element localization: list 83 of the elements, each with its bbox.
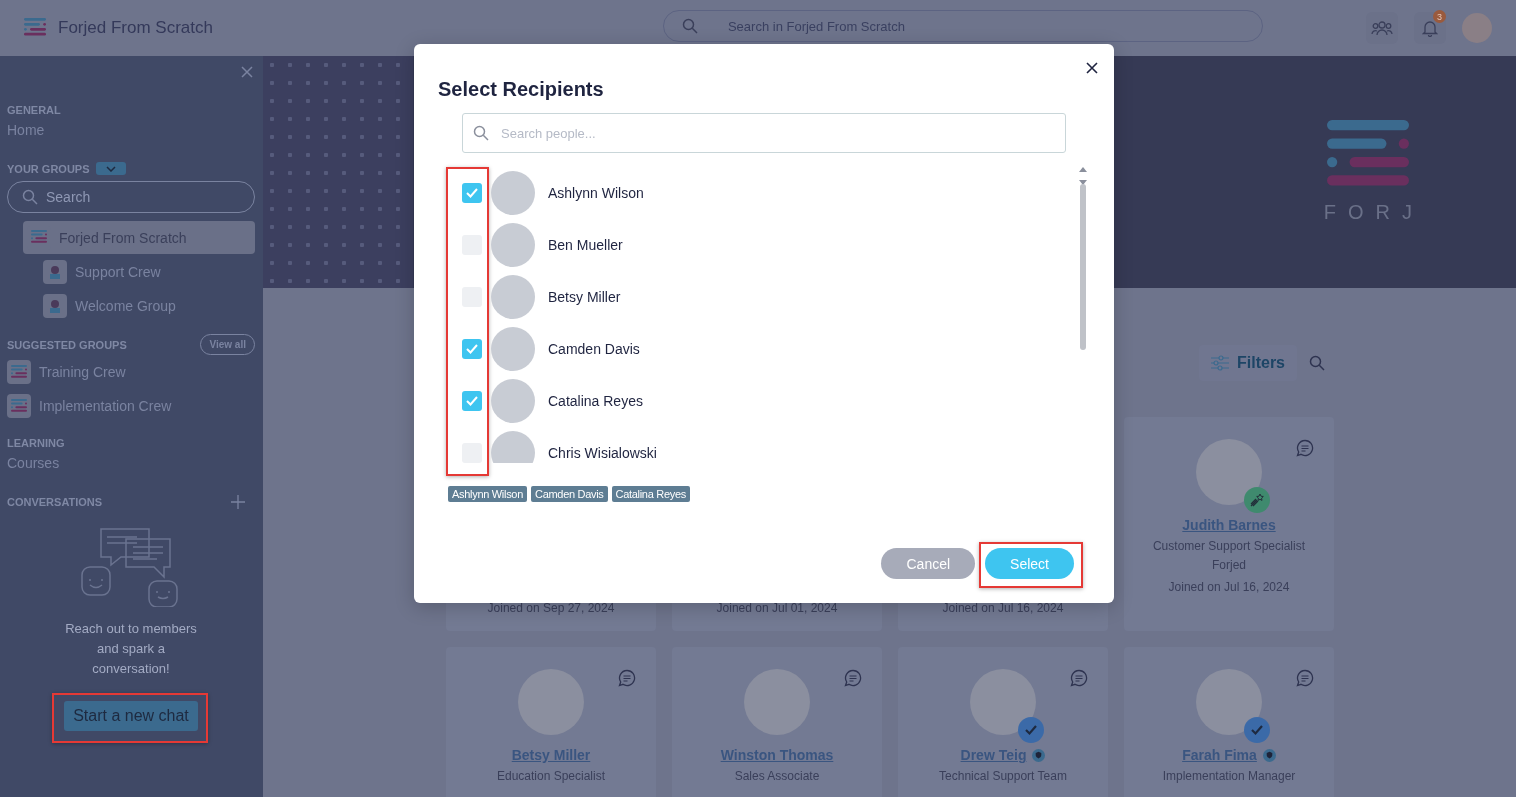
group-icon [43,259,67,284]
caret-icon[interactable] [95,162,126,175]
section-label: GENERAL [7,104,62,116]
checkmark-icon [466,344,478,354]
checkmark-icon [466,396,478,406]
recipient-tag: Camden Davis [531,486,608,502]
logo-icon [24,18,46,38]
section-label: CONVERSATIONS [7,496,103,508]
dialog-title: Select Recipients [438,78,605,101]
group-icon [43,293,67,318]
scrollbar-thumb[interactable] [1080,184,1086,350]
member-title: Sales Associate [734,769,820,783]
scroll-down-icon[interactable] [1079,180,1087,185]
empty-state-text: Reach out to members and spark a conversation! [64,620,198,678]
courses-link[interactable]: Courses [7,455,255,471]
cancel-button[interactable]: Cancel [881,548,976,579]
recipient-row[interactable]: Ashlynn Wilson [489,167,1078,219]
recipient-name: Ashlynn Wilson [548,185,644,201]
search-icon [1309,355,1325,371]
recipient-row[interactable]: Ben Mueller [489,219,1078,271]
member-name-link[interactable]: Betsy Miller [511,747,591,763]
suggested-group-item[interactable]: Training Crew [7,355,255,389]
chat-bubble-icon[interactable] [844,669,862,687]
recipient-name: Catalina Reyes [548,393,643,409]
member-title: Education Specialist [496,769,606,783]
member-name-link[interactable]: Farah Fima [1182,747,1257,763]
recipient-row[interactable]: Chris Wisialowski [489,427,1078,463]
checkbox[interactable] [462,183,482,203]
member-name-link[interactable]: Winston Thomas [720,747,834,763]
avatar [491,223,535,267]
bell-icon [1422,19,1438,37]
member-name-link[interactable]: Drew Teig [960,747,1027,763]
chat-bubble-icon[interactable] [618,669,636,687]
checkbox[interactable] [462,391,482,411]
avatar [491,275,535,319]
notifications-button[interactable]: 3 [1414,12,1446,44]
section-label: YOUR GROUPS [7,162,90,175]
recipient-tag: Catalina Reyes [611,486,690,502]
member-name-link[interactable]: Judith Barnes [1182,517,1276,533]
avatar [491,431,535,463]
joined-date: Joined on Jul 16, 2024 [1168,580,1290,594]
recipient-tag: Ashlynn Wilson [448,486,527,502]
group-item[interactable]: Support Crew [23,255,255,288]
user-avatar[interactable] [1462,13,1492,43]
chat-bubble-icon[interactable] [1296,669,1314,687]
recipient-row[interactable]: Betsy Miller [489,271,1078,323]
chat-bubble-icon[interactable] [1070,669,1088,687]
recipient-name: Ben Mueller [548,237,623,253]
scroll-up-icon[interactable] [1079,167,1087,172]
recipient-row[interactable]: Camden Davis [489,323,1078,375]
select-button[interactable]: Select [985,548,1074,579]
people-icon [1371,20,1393,36]
recipient-row[interactable]: Catalina Reyes [489,375,1078,427]
search-icon [681,18,698,34]
recipient-name: Chris Wisialowski [548,445,657,461]
section-label: SUGGESTED GROUPS [7,338,127,351]
member-company: Forjed [1212,558,1246,572]
group-title: Forjed From Scratch [58,18,213,38]
search-icon [473,125,489,141]
recipient-name: Camden Davis [548,341,640,357]
recipient-name: Betsy Miller [548,289,621,305]
avatar [491,171,535,215]
chat-bubble-icon[interactable] [1296,439,1314,457]
checkmark-icon [466,188,478,198]
notification-badge: 3 [1433,10,1446,23]
section-label: LEARNING [7,437,66,449]
home-link[interactable]: Home [7,122,255,138]
avatar [491,327,535,371]
member-title: Implementation Manager [1162,769,1296,783]
member-title: Technical Support Team [939,769,1067,783]
avatar [491,379,535,423]
people-search-field[interactable]: Search people... [462,113,1066,153]
start-chat-button[interactable]: Start a new chat [64,701,198,731]
member-title: Customer Support Specialist [1152,539,1306,553]
checkbox[interactable] [462,339,482,359]
plus-icon[interactable] [231,495,245,509]
close-icon[interactable] [1086,62,1098,74]
group-item[interactable]: Welcome Group [23,289,255,322]
filters-button[interactable]: Filters [1199,345,1297,381]
suggested-group-item[interactable]: Implementation Crew [7,389,255,423]
search-icon [22,189,38,205]
logo-icon [31,230,47,245]
sliders-icon [1211,355,1229,371]
